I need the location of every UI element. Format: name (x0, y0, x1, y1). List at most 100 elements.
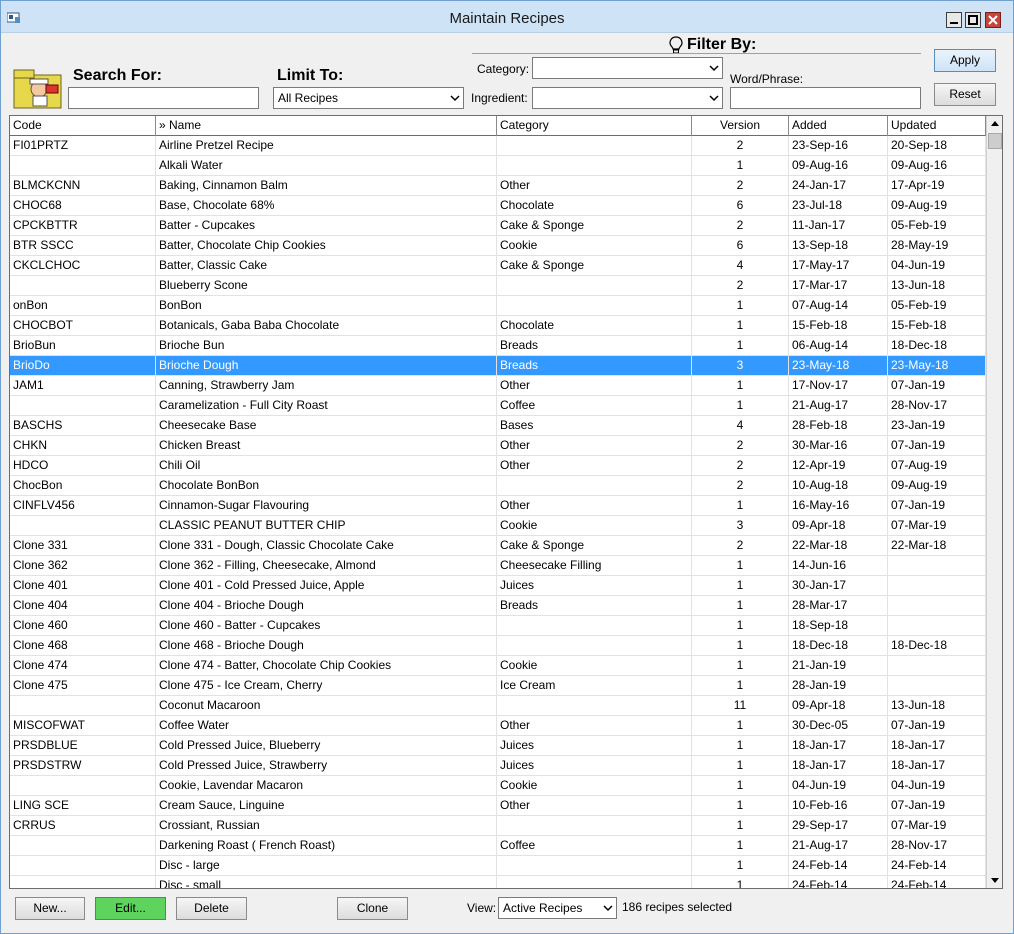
grid-body: FI01PRTZ Airline Pretzel Recipe 2 23-Sep-16… (10, 136, 986, 888)
table-row[interactable]: Cookie, Lavendar Macaron Cookie 1 04-Jun-19… (10, 776, 986, 796)
cell-added: 29-Sep-17 (789, 816, 888, 836)
cell-name: Clone 362 - Filling, Cheesecake, Almond (156, 556, 497, 576)
cell-category: Coffee (497, 836, 692, 856)
column-header-code[interactable]: Code (10, 116, 156, 136)
table-row[interactable]: FI01PRTZ Airline Pretzel Recipe 2 23-Sep-16… (10, 136, 986, 156)
cell-category (497, 816, 692, 836)
table-row[interactable]: LING SCE Cream Sauce, Linguine Other 1 10-Fe… (10, 796, 986, 816)
table-row[interactable]: ChocBon Chocolate BonBon 2 10-Aug-18 09-Aug-… (10, 476, 986, 496)
cell-added: 17-Nov-17 (789, 376, 888, 396)
table-row[interactable]: onBon BonBon 1 07-Aug-14 05-Feb-19 (10, 296, 986, 316)
reset-button[interactable]: Reset (934, 83, 996, 106)
table-row[interactable]: Clone 474 Clone 474 - Batter, Chocolate C… (10, 656, 986, 676)
table-row[interactable]: Coconut Macaroon 11 09-Apr-18 13-Jun-18 (10, 696, 986, 716)
cell-updated: 07-Jan-19 (888, 796, 986, 816)
table-row[interactable]: BTR SSCC Batter, Chocolate Chip Cookies Co… (10, 236, 986, 256)
table-row[interactable]: HDCO Chili Oil Other 2 12-Apr-19 07-Aug-19 (10, 456, 986, 476)
table-row[interactable]: Darkening Roast ( French Roast) Coffee 1 21… (10, 836, 986, 856)
column-header-version[interactable]: Version (692, 116, 789, 136)
delete-button[interactable]: Delete (176, 897, 247, 920)
cell-version: 3 (692, 516, 789, 536)
table-row[interactable]: Alkali Water 1 09-Aug-16 09-Aug-16 (10, 156, 986, 176)
table-row[interactable]: BLMCKCNN Baking, Cinnamon Balm Other 2 24-Ja… (10, 176, 986, 196)
table-row[interactable]: Disc - small 1 24-Feb-14 24-Feb-14 (10, 876, 986, 888)
table-row[interactable]: CRRUS Crossiant, Russian 1 29-Sep-17 07-Mar-… (10, 816, 986, 836)
cell-name: Clone 475 - Ice Cream, Cherry (156, 676, 497, 696)
limit-select[interactable]: All Recipes (273, 87, 464, 109)
vertical-scrollbar[interactable] (986, 116, 1002, 888)
column-header-updated[interactable]: Updated (888, 116, 986, 136)
view-select[interactable]: Active Recipes (498, 897, 617, 919)
table-row[interactable]: Clone 475 Clone 475 - Ice Cream, Cherry Ic… (10, 676, 986, 696)
table-row[interactable]: Disc - large 1 24-Feb-14 24-Feb-14 (10, 856, 986, 876)
clone-button[interactable]: Clone (337, 897, 408, 920)
scroll-up-icon[interactable] (987, 116, 1003, 132)
cell-added: 10-Aug-18 (789, 476, 888, 496)
edit-button[interactable]: Edit... (95, 897, 166, 920)
cell-name: Cold Pressed Juice, Strawberry (156, 756, 497, 776)
table-row[interactable]: BASCHS Cheesecake Base Bases 4 28-Feb-18 23-J… (10, 416, 986, 436)
ingredient-label: Ingredient: (471, 91, 528, 105)
recipes-grid[interactable]: Code » Name Category Version Added Updat… (9, 115, 1003, 889)
scrollbar-thumb[interactable] (988, 133, 1002, 149)
cell-category: Other (497, 496, 692, 516)
table-row[interactable]: JAM1 Canning, Strawberry Jam Other 1 17-Nov-… (10, 376, 986, 396)
table-row[interactable]: Clone 460 Clone 460 - Batter - Cupcakes 1 1… (10, 616, 986, 636)
table-row[interactable]: Clone 468 Clone 468 - Brioche Dough 1 18-De… (10, 636, 986, 656)
table-row[interactable]: Caramelization - Full City Roast Coffee 1 2… (10, 396, 986, 416)
table-row[interactable]: CINFLV456 Cinnamon-Sugar Flavouring Other 1… (10, 496, 986, 516)
table-row[interactable]: PRSDBLUE Cold Pressed Juice, Blueberry Jui… (10, 736, 986, 756)
title-bar[interactable]: Maintain Recipes (1, 1, 1013, 33)
table-row[interactable]: CLASSIC PEANUT BUTTER CHIP Cookie 3 09-Apr-… (10, 516, 986, 536)
word-phrase-input[interactable] (730, 87, 921, 109)
cell-updated: 24-Feb-14 (888, 856, 986, 876)
table-row[interactable]: CKCLCHOC Batter, Classic Cake Cake & Spong… (10, 256, 986, 276)
table-row[interactable]: CHOCBOT Botanicals, Gaba Baba Chocolate Ch… (10, 316, 986, 336)
table-row[interactable]: Clone 362 Clone 362 - Filling, Cheesecake… (10, 556, 986, 576)
maintain-recipes-window: Maintain Recipes Search For: Limit To: A… (0, 0, 1014, 934)
table-row[interactable]: Clone 404 Clone 404 - Brioche Dough Breads… (10, 596, 986, 616)
search-input[interactable] (68, 87, 259, 109)
column-header-name[interactable]: » Name (156, 116, 497, 136)
minimize-button[interactable] (946, 12, 962, 28)
cell-version: 2 (692, 276, 789, 296)
cell-name: Caramelization - Full City Roast (156, 396, 497, 416)
cell-added: 13-Sep-18 (789, 236, 888, 256)
table-row[interactable]: CPCKBTTR Batter - Cupcakes Cake & Sponge 2 1… (10, 216, 986, 236)
new-button[interactable]: New... (15, 897, 85, 920)
table-row[interactable]: Clone 331 Clone 331 - Dough, Classic Choc… (10, 536, 986, 556)
cell-category (497, 616, 692, 636)
category-select[interactable] (532, 57, 723, 79)
cell-code: Clone 460 (10, 616, 156, 636)
cell-version: 1 (692, 596, 789, 616)
table-row[interactable]: CHKN Chicken Breast Other 2 30-Mar-16 07-Jan-… (10, 436, 986, 456)
table-row[interactable]: BrioDo Brioche Dough Breads 3 23-May-18 23-Ma… (10, 356, 986, 376)
cell-name: Brioche Dough (156, 356, 497, 376)
filter-by-title: Filter By: (687, 36, 757, 53)
cell-code: BASCHS (10, 416, 156, 436)
table-row[interactable]: MISCOFWAT Coffee Water Other 1 30-Dec-05 07-J… (10, 716, 986, 736)
table-row[interactable]: BrioBun Brioche Bun Breads 1 06-Aug-14 18-Dec… (10, 336, 986, 356)
cell-name: Crossiant, Russian (156, 816, 497, 836)
cell-code (10, 836, 156, 856)
column-header-category[interactable]: Category (497, 116, 692, 136)
scroll-down-icon[interactable] (987, 872, 1003, 888)
table-row[interactable]: CHOC68 Base, Chocolate 68% Chocolate 6 23-Ju… (10, 196, 986, 216)
cell-added: 22-Mar-18 (789, 536, 888, 556)
category-label: Category: (477, 62, 530, 76)
cell-added: 17-Mar-17 (789, 276, 888, 296)
cell-updated (888, 576, 986, 596)
ingredient-select[interactable] (532, 87, 723, 109)
table-row[interactable]: PRSDSTRW Cold Pressed Juice, Strawberry Ju… (10, 756, 986, 776)
cell-added: 30-Mar-16 (789, 436, 888, 456)
table-row[interactable]: Clone 401 Clone 401 - Cold Pressed Juice,… (10, 576, 986, 596)
apply-button[interactable]: Apply (934, 49, 996, 72)
cell-added: 28-Jan-19 (789, 676, 888, 696)
cell-version: 2 (692, 536, 789, 556)
cell-version: 1 (692, 616, 789, 636)
minimize-icon (950, 22, 958, 24)
maximize-button[interactable] (965, 12, 981, 28)
close-button[interactable] (985, 12, 1001, 28)
column-header-added[interactable]: Added (789, 116, 888, 136)
table-row[interactable]: Blueberry Scone 2 17-Mar-17 13-Jun-18 (10, 276, 986, 296)
